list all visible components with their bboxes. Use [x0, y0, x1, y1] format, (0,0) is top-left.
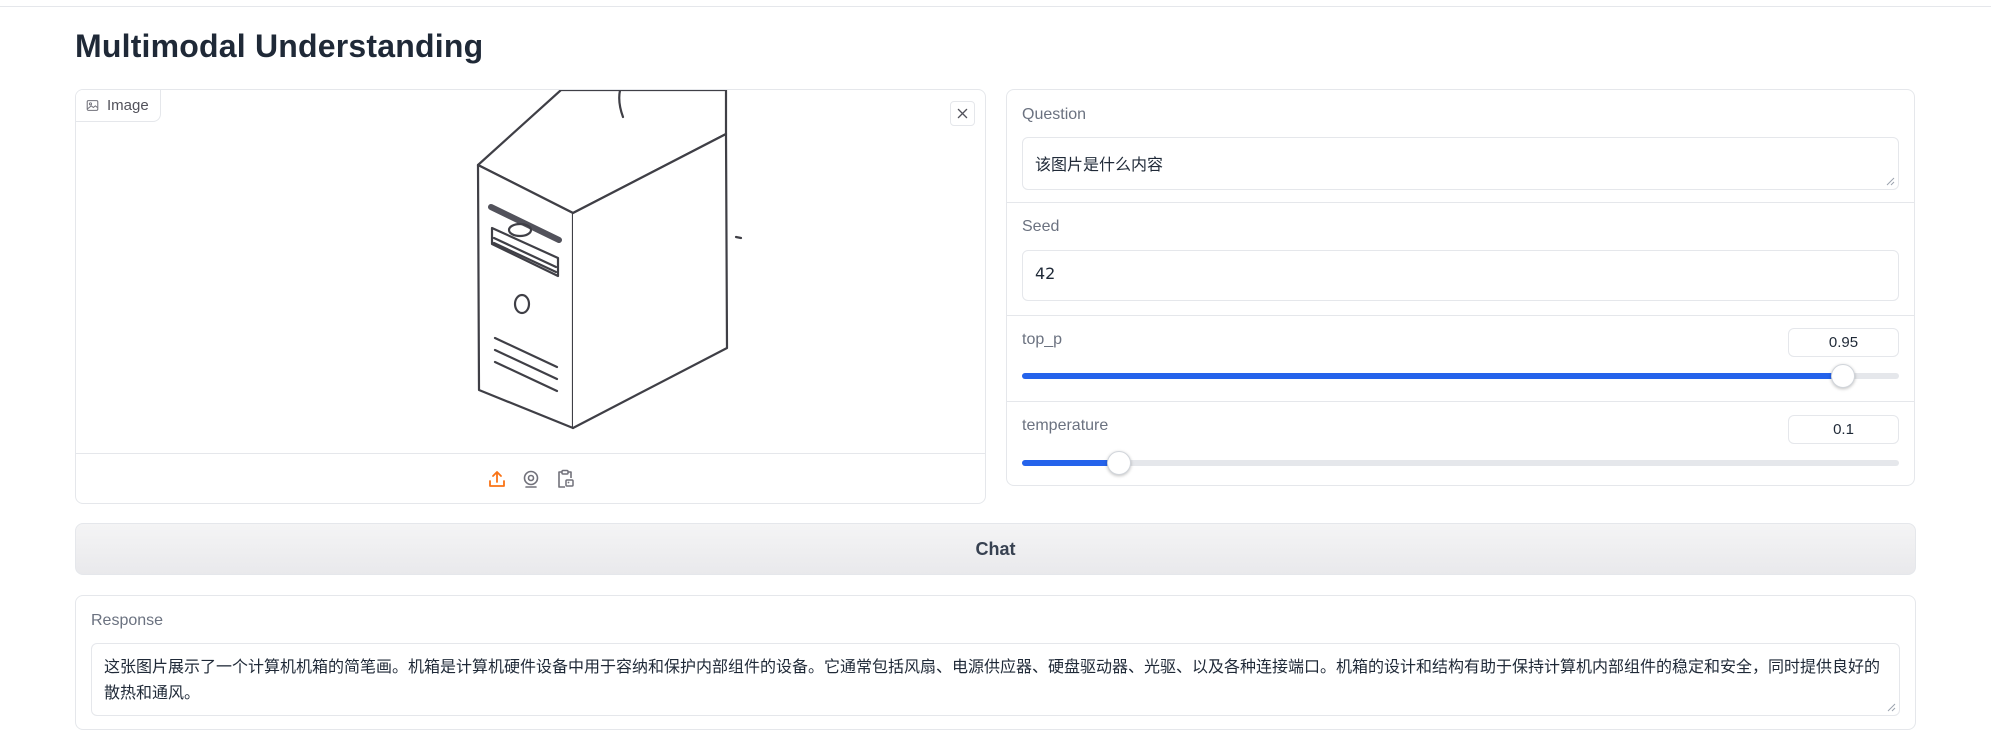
temperature-label: temperature	[1022, 417, 1109, 434]
image-source-toolbar	[76, 453, 985, 503]
seed-input[interactable]: 42	[1022, 250, 1899, 301]
temperature-section: temperature 0.1	[1007, 402, 1914, 485]
question-section: Question 该图片是什么内容	[1007, 90, 1914, 203]
response-panel: Response 这张图片展示了一个计算机机箱的简笔画。机箱是计算机硬件设备中用…	[75, 595, 1916, 730]
image-input-panel[interactable]: Image	[75, 89, 986, 504]
chat-button[interactable]: Chat	[75, 523, 1916, 575]
top-p-slider-fill	[1022, 373, 1843, 379]
upload-icon	[488, 470, 505, 487]
top-p-label: top_p	[1022, 331, 1063, 348]
response-value: 这张图片展示了一个计算机机箱的简笔画。机箱是计算机硬件设备中用于容纳和保护内部组…	[104, 657, 1881, 702]
close-icon	[957, 108, 968, 119]
temperature-slider-thumb[interactable]	[1107, 451, 1131, 475]
seed-value: 42	[1035, 264, 1056, 283]
temperature-slider[interactable]	[1022, 451, 1899, 475]
webcam-button[interactable]	[521, 469, 541, 489]
image-label: Image	[107, 97, 149, 114]
computer-case-drawing	[476, 90, 743, 430]
paste-clipboard-button[interactable]	[555, 469, 575, 489]
question-input[interactable]: 该图片是什么内容	[1022, 137, 1899, 190]
question-value: 该图片是什么内容	[1035, 155, 1164, 174]
top-p-section: top_p 0.95	[1007, 316, 1914, 402]
seed-section: Seed 42	[1007, 203, 1914, 316]
top-p-slider-thumb[interactable]	[1831, 364, 1855, 388]
top-p-number-input[interactable]: 0.95	[1788, 328, 1899, 357]
image-label-badge: Image	[76, 90, 161, 122]
response-output[interactable]: 这张图片展示了一个计算机机箱的简笔画。机箱是计算机硬件设备中用于容纳和保护内部组…	[91, 643, 1900, 716]
clear-image-button[interactable]	[950, 101, 975, 126]
top-p-value: 0.95	[1828, 334, 1859, 351]
temperature-slider-fill	[1022, 460, 1119, 466]
upload-button[interactable]	[487, 469, 507, 489]
image-icon	[86, 100, 99, 111]
page-title: Multimodal Understanding	[75, 28, 484, 64]
seed-label: Seed	[1022, 218, 1060, 235]
temperature-number-input[interactable]: 0.1	[1788, 415, 1899, 444]
uploaded-image	[76, 90, 985, 453]
controls-panel: Question 该图片是什么内容 Seed 42 top_p 0.95 tem…	[1006, 89, 1915, 486]
resize-handle-icon[interactable]	[1886, 177, 1895, 186]
chat-button-label: Chat	[975, 538, 1016, 559]
clipboard-paste-icon	[557, 469, 574, 488]
temperature-value: 0.1	[1833, 421, 1854, 438]
question-label: Question	[1022, 106, 1087, 123]
resize-handle-icon[interactable]	[1887, 703, 1896, 712]
webcam-icon	[523, 470, 538, 488]
top-divider	[0, 6, 1991, 7]
top-p-slider[interactable]	[1022, 364, 1899, 388]
response-label: Response	[91, 612, 164, 629]
